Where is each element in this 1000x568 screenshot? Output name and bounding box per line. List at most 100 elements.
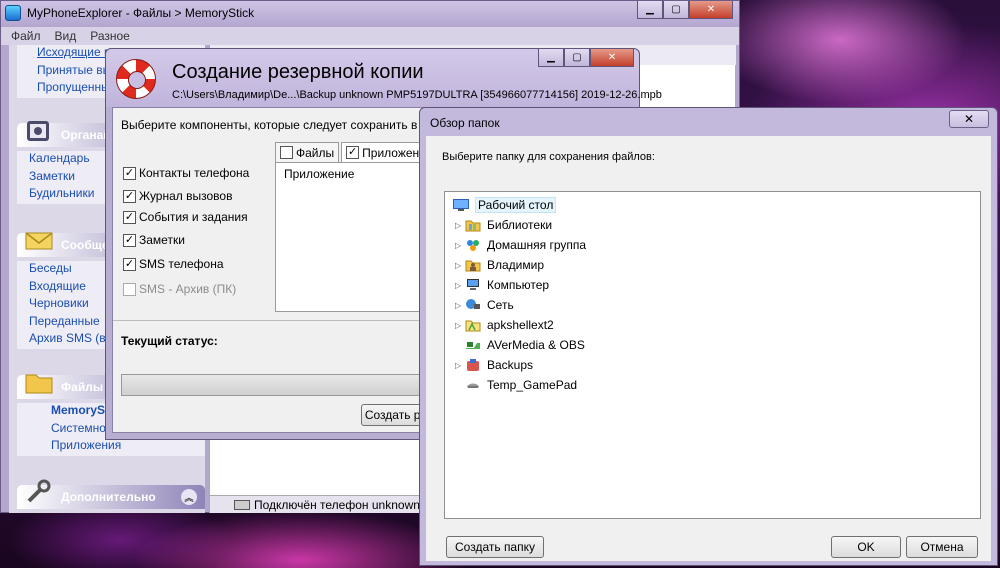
- tree-item-label: apkshellext2: [487, 318, 554, 332]
- minimize-button[interactable]: ▁: [637, 1, 663, 19]
- envelope-icon: [25, 232, 53, 250]
- maximize-button[interactable]: ▢: [663, 1, 689, 19]
- folder-icon: [465, 320, 481, 332]
- expand-arrow-icon[interactable]: ▷: [455, 241, 465, 250]
- backup-hint: Выберите компоненты, которые следует сох…: [121, 118, 446, 132]
- checkbox-label: SMS - Архив (ПК): [139, 282, 237, 296]
- tree-item-libraries[interactable]: ▷ Библиотеки: [455, 216, 552, 234]
- component-checkbox-sms[interactable]: ✓ SMS телефона: [123, 257, 224, 271]
- expand-arrow-icon[interactable]: ▷: [455, 261, 465, 270]
- checkbox-checked-icon: ✓: [123, 189, 136, 203]
- main-caption-buttons: ▁ ▢ ✕: [637, 1, 733, 19]
- tree-item-label: Backups: [487, 358, 534, 372]
- cancel-button[interactable]: Отмена: [906, 536, 978, 558]
- checkbox-checked-icon: ✓: [123, 166, 136, 180]
- lifebuoy-icon: [116, 59, 156, 99]
- column-header-app[interactable]: Приложение: [284, 167, 354, 181]
- checkbox-unchecked-icon: [123, 282, 136, 296]
- checkbox-label: Заметки: [139, 233, 185, 247]
- folder-dialog-close-button[interactable]: ✕: [949, 110, 989, 128]
- tree-item-apkshellext2[interactable]: ▷ apkshellext2: [455, 316, 554, 334]
- checkbox-unchecked-icon: [280, 146, 293, 159]
- files-title: Файлы: [61, 380, 104, 394]
- checkbox-checked-icon: ✓: [123, 210, 136, 224]
- user-folder-icon: [465, 260, 481, 272]
- menu-bar: Файл Вид Разное: [1, 27, 739, 45]
- tree-item-avermedia[interactable]: AVerMedia & OBS: [465, 336, 585, 354]
- folder-icon: [25, 374, 53, 394]
- tree-item-computer[interactable]: ▷ Компьютер: [455, 276, 549, 294]
- expand-arrow-icon[interactable]: ▷: [455, 221, 465, 230]
- new-folder-button[interactable]: Создать папку: [446, 536, 544, 558]
- backup-file-path: C:\Users\Владимир\De...\Backup unknown P…: [172, 89, 662, 101]
- tree-item-homegroup[interactable]: ▷ Домашняя группа: [455, 236, 586, 254]
- folder-browse-dialog: Обзор папок ✕ Выберите папку для сохране…: [419, 107, 998, 566]
- backup-maximize-button[interactable]: ▢: [564, 49, 590, 67]
- folder-tree: Рабочий стол ▷ Библиотеки ▷ Домашняя гру…: [444, 191, 981, 519]
- component-checkbox-contacts[interactable]: ✓ Контакты телефона: [123, 166, 249, 180]
- tree-item-label: Рабочий стол: [475, 197, 557, 213]
- tree-item-gamepad[interactable]: Temp_GamePad: [465, 376, 577, 394]
- main-window-title: MyPhoneExplorer - Файлы > MemoryStick: [27, 6, 255, 20]
- network-icon: [466, 299, 480, 309]
- extra-title: Дополнительно: [61, 490, 156, 504]
- component-checkbox-calls[interactable]: ✓ Журнал вызовов: [123, 189, 232, 203]
- checkbox-label: События и задания: [139, 210, 248, 224]
- tree-item-backups[interactable]: ▷ Backups: [455, 356, 533, 374]
- folder-dialog-hint: Выберите папку для сохранения файлов:: [442, 151, 655, 163]
- main-title-bar: MyPhoneExplorer - Файлы > MemoryStick: [1, 1, 739, 25]
- folder-dialog-title: Обзор папок: [430, 116, 500, 130]
- checkbox-label: Журнал вызовов: [139, 189, 233, 203]
- expand-arrow-icon[interactable]: ▷: [455, 281, 465, 290]
- tree-item-label: Temp_GamePad: [487, 378, 578, 392]
- computer-icon: [467, 279, 479, 290]
- expand-arrow-icon[interactable]: ▷: [455, 301, 465, 310]
- checkbox-label: SMS телефона: [139, 257, 224, 271]
- tree-item-network[interactable]: ▷ Сеть: [455, 296, 514, 314]
- menu-file[interactable]: Файл: [11, 29, 41, 43]
- menu-misc[interactable]: Разное: [90, 29, 130, 43]
- close-button[interactable]: ✕: [689, 1, 733, 19]
- sidebar-item-apps[interactable]: Приложения: [17, 438, 205, 456]
- component-checkbox-events[interactable]: ✓ События и задания: [123, 210, 248, 224]
- tree-item-user[interactable]: ▷ Владимир: [455, 256, 544, 274]
- checkbox-checked-icon: ✓: [346, 146, 360, 159]
- apps-list[interactable]: Приложение: [275, 162, 435, 312]
- expand-arrow-icon[interactable]: ▷: [455, 321, 465, 330]
- tree-item-label: AVerMedia & OBS: [487, 338, 585, 352]
- backup-tabs: Файлы ✓ Приложения: [275, 142, 439, 162]
- gamepad-icon: [467, 383, 479, 388]
- backup-caption-buttons: ▁ ▢ ✕: [538, 49, 634, 67]
- checkbox-checked-icon: ✓: [123, 233, 136, 247]
- ok-button[interactable]: OK: [831, 536, 901, 558]
- libraries-icon: [465, 220, 481, 232]
- desktop-icon: [453, 199, 469, 211]
- status-text: Подключён телефон unknown P: [254, 497, 432, 512]
- tree-item-label: Библиотеки: [487, 218, 553, 232]
- folder-dialog-body: Выберите папку для сохранения файлов: Ра…: [426, 136, 991, 561]
- extra-section-header[interactable]: Дополнительно ︽: [17, 479, 205, 509]
- app-icon: [5, 5, 21, 21]
- tree-item-label: Домашняя группа: [487, 238, 587, 252]
- status-label: Текущий статус:: [121, 334, 218, 348]
- backup-minimize-button[interactable]: ▁: [538, 49, 564, 67]
- checkbox-label: Контакты телефона: [139, 166, 250, 180]
- tab-files[interactable]: Файлы: [275, 142, 340, 162]
- tree-item-label: Компьютер: [487, 278, 550, 292]
- expand-arrow-icon[interactable]: ▷: [455, 361, 465, 370]
- tab-label: Файлы: [296, 145, 335, 160]
- backups-icon: [467, 359, 479, 371]
- tools-icon: [27, 479, 51, 503]
- phone-connected-icon: [234, 499, 250, 510]
- backup-dialog-title: Создание резервной копии: [172, 61, 424, 83]
- organizer-icon: [27, 121, 49, 141]
- tree-item-label: Сеть: [487, 298, 514, 312]
- collapse-icon[interactable]: ︽: [181, 489, 197, 505]
- menu-view[interactable]: Вид: [55, 29, 77, 43]
- backup-close-button[interactable]: ✕: [590, 49, 634, 67]
- homegroup-icon: [467, 240, 479, 251]
- component-checkbox-notes[interactable]: ✓ Заметки: [123, 233, 185, 247]
- checkbox-checked-icon: ✓: [123, 257, 136, 271]
- shortcut-icon: [466, 342, 480, 349]
- tree-item-desktop[interactable]: Рабочий стол: [453, 196, 557, 214]
